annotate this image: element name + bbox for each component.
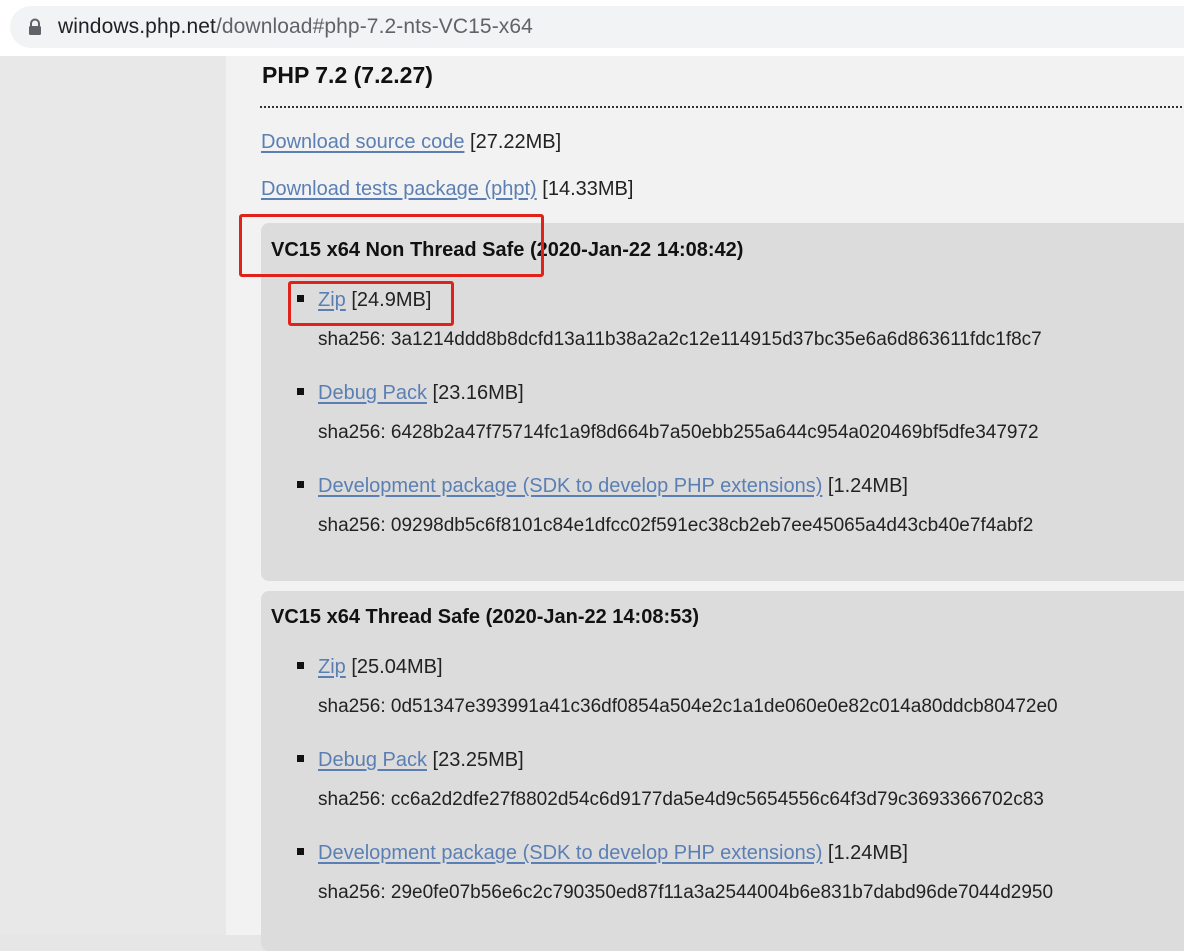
build-title: VC15 x64 Thread Safe (2020-Jan-22 14:08:…	[271, 606, 699, 629]
bullet-icon	[297, 848, 304, 856]
package-size: [23.16MB]	[432, 382, 524, 404]
build-date: (2020-Jan-22 14:08:42)	[530, 239, 744, 261]
package-size: [1.24MB]	[827, 842, 908, 864]
package-size: [1.24MB]	[827, 475, 908, 497]
sha256-hash: sha256: 0d51347e393991a41c36df0854a504e2…	[318, 696, 1058, 717]
package-size: [23.25MB]	[432, 749, 524, 771]
tests-download-row: Download tests package (phpt) [14.33MB]	[261, 178, 633, 201]
highlight-zip-link	[288, 281, 454, 326]
package-size: [25.04MB]	[351, 656, 443, 678]
browser-address-bar: windows.php.net/download#php-7.2-nts-VC1…	[0, 0, 1184, 56]
debug-pack-link[interactable]: Debug Pack	[318, 749, 427, 771]
bullet-icon	[297, 388, 304, 396]
bullet-icon	[297, 755, 304, 763]
release-title: PHP 7.2 (7.2.27)	[262, 62, 433, 88]
source-size: [27.22MB]	[470, 131, 562, 153]
package-item: Zip [25.04MB]	[297, 656, 443, 679]
dev-package-link[interactable]: Development package (SDK to develop PHP …	[318, 842, 822, 864]
build-ts: VC15 x64 Thread Safe (2020-Jan-22 14:08:…	[261, 591, 1184, 951]
url-field[interactable]: windows.php.net/download#php-7.2-nts-VC1…	[10, 6, 1184, 48]
download-source-link[interactable]: Download source code	[261, 131, 464, 153]
highlight-build-title	[239, 214, 544, 277]
url-text: windows.php.net/download#php-7.2-nts-VC1…	[58, 15, 533, 39]
sha256-hash: sha256: 6428b2a47f75714fc1a9f8d664b7a50e…	[318, 422, 1039, 443]
bullet-icon	[297, 662, 304, 670]
tests-size: [14.33MB]	[542, 178, 634, 200]
dev-package-link[interactable]: Development package (SDK to develop PHP …	[318, 475, 822, 497]
url-host: windows.php.net	[58, 15, 216, 38]
bullet-icon	[297, 481, 304, 489]
download-tests-link[interactable]: Download tests package (phpt)	[261, 178, 537, 200]
lock-icon[interactable]	[28, 18, 42, 36]
download-content: PHP 7.2 (7.2.27) Download source code [2…	[226, 56, 1184, 951]
sha256-hash: sha256: 09298db5c6f8101c84e1dfcc02f591ec…	[318, 515, 1034, 536]
build-name: VC15 x64 Thread Safe	[271, 606, 480, 628]
debug-pack-link[interactable]: Debug Pack	[318, 382, 427, 404]
package-item: Development package (SDK to develop PHP …	[297, 475, 908, 498]
zip-link[interactable]: Zip	[318, 656, 346, 678]
divider	[260, 106, 1184, 108]
package-item: Development package (SDK to develop PHP …	[297, 842, 908, 865]
url-path: /download#php-7.2-nts-VC15-x64	[215, 15, 533, 38]
build-date: (2020-Jan-22 14:08:53)	[485, 606, 700, 628]
source-download-row: Download source code [27.22MB]	[261, 131, 561, 154]
left-sidebar	[0, 56, 226, 935]
sha256-hash: sha256: cc6a2d2dfe27f8802d54c6d9177da5e4…	[318, 789, 1044, 810]
sha256-hash: sha256: 3a1214ddd8b8dcfd13a11b38a2a2c12e…	[318, 329, 1042, 350]
package-item: Debug Pack [23.25MB]	[297, 749, 524, 772]
package-item: Debug Pack [23.16MB]	[297, 382, 524, 405]
sha256-hash: sha256: 29e0fe07b56e6c2c790350ed87f11a3a…	[318, 882, 1054, 903]
